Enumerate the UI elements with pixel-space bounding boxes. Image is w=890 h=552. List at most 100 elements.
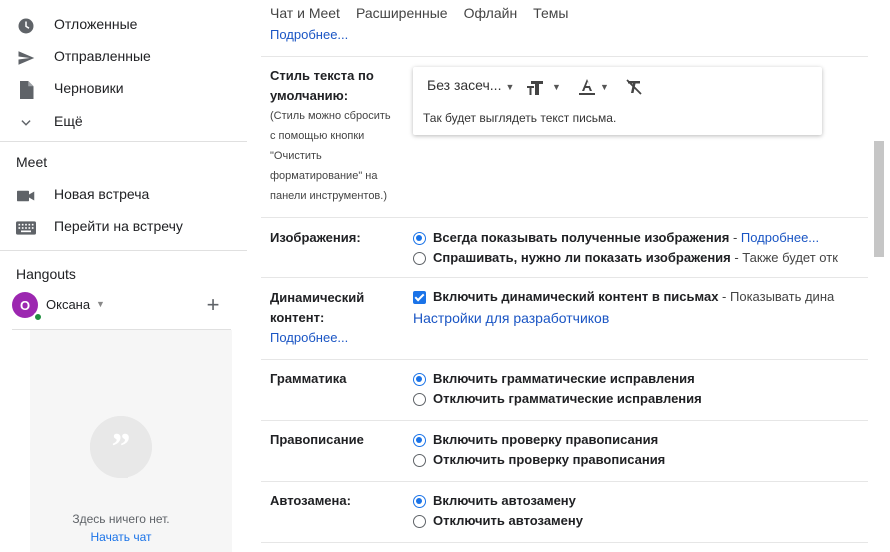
divider [0, 250, 247, 251]
text-size-icon [527, 81, 543, 95]
font-family-select[interactable]: Без засеч... ▼ [427, 77, 514, 93]
text-style-hint: "Очистить [270, 150, 322, 162]
grammar-option-on[interactable]: Включить грамматические исправления [413, 369, 695, 389]
option-label: Отключить автозамену [433, 513, 583, 528]
radio-unchecked[interactable] [413, 514, 426, 528]
chat-bubble-icon: ” [90, 416, 152, 478]
option-label: Всегда показывать полученные изображения [433, 230, 730, 245]
checkbox-checked[interactable] [413, 290, 426, 304]
images-option-always[interactable]: Всегда показывать полученные изображения… [413, 228, 819, 248]
radio-unchecked[interactable] [413, 392, 426, 406]
empty-state-text: Здесь ничего нет. [72, 512, 170, 526]
learn-more-link[interactable]: Подробнее... [270, 27, 348, 43]
dynamic-content-label-2: контент: [270, 310, 325, 325]
spelling-label: Правописание [270, 432, 364, 447]
divider [261, 56, 871, 57]
text-style-hint: форматирование" на [270, 170, 378, 182]
divider [0, 141, 247, 142]
option-label: Включить проверку правописания [433, 432, 659, 447]
video-camera-icon [16, 186, 36, 206]
keyboard-icon [16, 218, 36, 238]
sidebar-item-label: Новая встреча [54, 186, 150, 202]
autocorrect-option-off[interactable]: Отключить автозамену [413, 511, 583, 531]
caret-down-icon: ▼ [552, 82, 561, 92]
tab-offline[interactable]: Офлайн [464, 5, 518, 25]
radio-unchecked[interactable] [413, 251, 426, 265]
font-family-value: Без засеч... [427, 77, 502, 93]
settings-main: Чат и Meet Расширенные Офлайн Темы Подро… [247, 0, 890, 552]
sidebar-item-label: Отложенные [54, 16, 138, 32]
svg-text:”: ” [112, 426, 131, 468]
radio-checked[interactable] [413, 231, 426, 245]
sidebar-item-sent[interactable]: Отправленные [0, 40, 247, 72]
spelling-option-on[interactable]: Включить проверку правописания [413, 430, 658, 450]
dynamic-content-label: Динамический [270, 290, 365, 305]
caret-down-icon[interactable]: ▼ [96, 299, 105, 309]
radio-checked[interactable] [413, 494, 426, 508]
text-style-label: Стиль текста по [270, 68, 374, 83]
vertical-scrollbar[interactable] [868, 0, 890, 552]
option-label: Включить автозамену [433, 493, 576, 508]
radio-unchecked[interactable] [413, 453, 426, 467]
clock-icon [16, 16, 36, 36]
sidebar-item-label: Ещё [54, 113, 83, 129]
divider [261, 217, 871, 218]
sidebar-item-join-meeting[interactable]: Перейти на встречу [0, 210, 247, 242]
font-size-button[interactable]: ▼ [526, 75, 561, 99]
sidebar-item-more[interactable]: Ещё [0, 105, 247, 137]
radio-checked[interactable] [413, 372, 426, 386]
presence-indicator [33, 312, 43, 322]
autocorrect-label: Автозамена: [270, 493, 351, 508]
divider [261, 277, 871, 278]
grammar-option-off[interactable]: Отключить грамматические исправления [413, 389, 702, 409]
option-label: Отключить проверку правописания [433, 452, 666, 467]
meet-section-title: Meet [16, 154, 48, 170]
sidebar-item-snoozed[interactable]: Отложенные [0, 8, 247, 40]
clear-formatting-button[interactable] [625, 75, 643, 99]
option-description: - Также будет отк [730, 250, 838, 265]
start-chat-link[interactable]: Начать чат [30, 530, 212, 544]
text-style-label-2: умолчанию: [270, 88, 349, 103]
images-label: Изображения: [270, 230, 361, 245]
developer-settings-link[interactable]: Настройки для разработчиков [413, 308, 609, 328]
tab-chat-meet[interactable]: Чат и Meet [270, 5, 340, 25]
tab-themes[interactable]: Темы [533, 5, 568, 25]
text-style-hint: панели инструментов.) [270, 190, 387, 202]
option-description: - Показывать дина [718, 289, 835, 304]
option-label: Включить динамический контент в письмах [433, 289, 719, 304]
text-style-preview: Так будет выглядеть текст письма. [423, 111, 617, 125]
hangouts-section-title: Hangouts [16, 266, 76, 282]
images-learn-more-link[interactable]: Подробнее... [741, 228, 819, 248]
dynamic-learn-more-link[interactable]: Подробнее... [270, 328, 348, 348]
spelling-option-off[interactable]: Отключить проверку правописания [413, 450, 665, 470]
add-contact-button[interactable]: + [205, 291, 221, 319]
send-icon [16, 48, 36, 68]
divider [261, 481, 871, 482]
user-name[interactable]: Оксана [46, 297, 90, 312]
option-label: Спрашивать, нужно ли показать изображени… [433, 250, 731, 265]
clear-formatting-icon [626, 79, 642, 95]
text-style-hint: с помощью кнопки [270, 130, 365, 142]
sidebar: Отложенные Отправленные Черновики Ещё Me… [0, 0, 247, 552]
option-separator: - [729, 230, 741, 245]
scrollbar-thumb[interactable] [874, 141, 884, 257]
images-option-ask[interactable]: Спрашивать, нужно ли показать изображени… [413, 248, 838, 268]
sidebar-item-new-meeting[interactable]: Новая встреча [0, 178, 247, 210]
tab-advanced[interactable]: Расширенные [356, 5, 448, 25]
dynamic-content-option[interactable]: Включить динамический контент в письмах … [413, 287, 834, 307]
autocorrect-option-on[interactable]: Включить автозамену [413, 491, 576, 511]
caret-down-icon: ▼ [600, 82, 609, 92]
hangouts-user: O Оксана ▼ + [12, 290, 237, 322]
chevron-down-icon [16, 113, 36, 133]
divider [261, 359, 871, 360]
settings-tabs: Чат и Meet Расширенные Офлайн Темы [270, 5, 584, 25]
hangouts-empty-panel: ” Здесь ничего нет. Начать чат [30, 330, 232, 552]
radio-checked[interactable] [413, 433, 426, 447]
option-label: Включить грамматические исправления [433, 371, 695, 386]
sidebar-item-label: Черновики [54, 80, 124, 96]
grammar-label: Грамматика [270, 371, 347, 386]
text-color-button[interactable]: ▼ [578, 75, 609, 99]
option-label: Отключить грамматические исправления [433, 391, 702, 406]
formatting-toolbar-card: Без засеч... ▼ ▼ ▼ Так будет выглядеть те… [413, 67, 822, 135]
sidebar-item-drafts[interactable]: Черновики [0, 72, 247, 104]
